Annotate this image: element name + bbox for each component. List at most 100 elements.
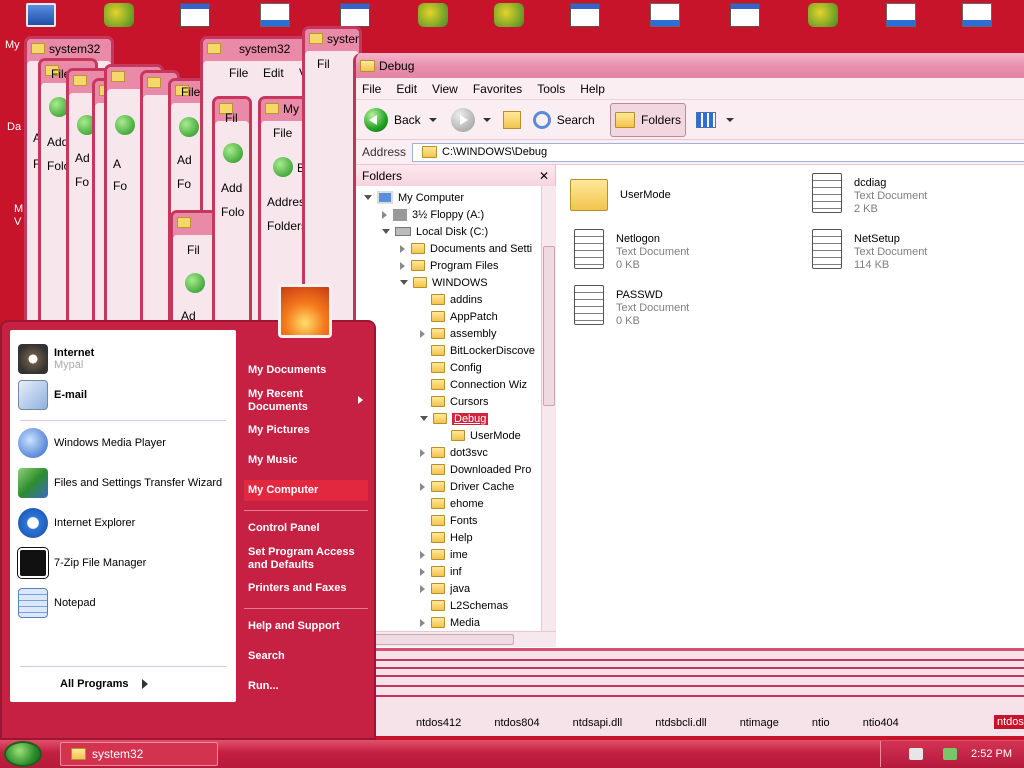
address-input[interactable]: C:\WINDOWS\Debug (412, 142, 1024, 162)
start-button[interactable] (4, 741, 42, 767)
start-item-transfer-wizard[interactable]: Files and Settings Transfer Wizard (18, 468, 222, 498)
start-link-run[interactable]: Run... (248, 680, 360, 693)
tree-item-usermode[interactable]: UserMode (440, 427, 521, 444)
clock[interactable]: 2:52 PM (971, 748, 1012, 760)
file-name[interactable]: ntio (812, 717, 830, 729)
tree-item-config[interactable]: Config (420, 359, 482, 376)
tree-item-inf[interactable]: inf (420, 563, 462, 580)
window-desktop-icon[interactable] (180, 3, 210, 27)
scroll-thumb[interactable] (374, 634, 514, 645)
file-name[interactable]: ntimage (740, 717, 779, 729)
tree-item-connection[interactable]: Connection Wiz (420, 376, 527, 393)
tree-item-documents[interactable]: Documents and Setti (400, 240, 532, 257)
start-item-7zip[interactable]: 7-Zip File Manager (18, 548, 146, 578)
scroll-thumb[interactable] (543, 246, 555, 406)
start-link-my-pictures[interactable]: My Pictures (248, 424, 360, 437)
back-arrow-icon[interactable] (273, 157, 293, 177)
start-link-help[interactable]: Help and Support (248, 620, 360, 633)
start-link-my-computer[interactable]: My Computer (244, 480, 368, 501)
start-item-wmp[interactable]: Windows Media Player (18, 428, 166, 458)
all-programs-button[interactable]: All Programs (54, 678, 149, 690)
start-item-ie[interactable]: Internet Explorer (18, 508, 135, 538)
tree-item-ime[interactable]: ime (420, 546, 468, 563)
user-avatar[interactable] (278, 284, 332, 338)
back-arrow-icon[interactable] (185, 273, 205, 293)
menu-file[interactable]: File (273, 126, 292, 140)
file-name[interactable]: ntdsbcli.dll (655, 717, 706, 729)
tree-horizontal-scrollbar[interactable] (356, 631, 556, 647)
tree-item-windows[interactable]: WINDOWS (400, 274, 488, 291)
file-item-dcdiag[interactable]: dcdiag Text Document 2 KB (812, 173, 927, 216)
start-item-email[interactable]: E-mail (18, 380, 87, 410)
menu-file[interactable]: Fil (187, 243, 200, 257)
tree-item-debug[interactable]: Debug (420, 410, 489, 427)
python-desktop-icon[interactable] (494, 3, 524, 27)
forward-dropdown-icon[interactable] (482, 117, 491, 122)
my-computer-desktop-icon[interactable] (26, 3, 56, 27)
tree-item-program-files[interactable]: Program Files (400, 257, 498, 274)
tree-item-help[interactable]: Help (420, 529, 473, 546)
file-item-passwd[interactable]: PASSWD Text Document 0 KB (574, 285, 689, 328)
tree-item-assembly[interactable]: assembly (420, 325, 496, 342)
start-link-search[interactable]: Search (248, 650, 360, 663)
background-window-stack[interactable]: ntdos412 ntdos804 ntdsapi.dll ntdsbcli.d… (376, 648, 1024, 736)
views-icon[interactable] (696, 112, 716, 128)
start-link-program-access[interactable]: Set Program Access and Defaults (248, 546, 360, 572)
background-window[interactable]: Fil Ad (170, 210, 218, 330)
file-name[interactable]: ntdsapi.dll (573, 717, 623, 729)
back-dropdown-icon[interactable] (428, 117, 437, 122)
search-icon[interactable] (532, 110, 551, 129)
menu-file[interactable]: Fil (317, 57, 330, 71)
menu-edit[interactable]: Edit (396, 82, 417, 96)
document-desktop-icon[interactable] (886, 3, 916, 27)
start-link-my-music[interactable]: My Music (248, 454, 360, 467)
tree-item-local-disk[interactable]: Local Disk (C:) (382, 223, 488, 240)
edge-file-label[interactable]: ntdos4 (994, 715, 1024, 729)
tree-item-apppatch[interactable]: AppPatch (420, 308, 498, 325)
search-button[interactable]: Search (557, 113, 595, 127)
file-name[interactable]: ntdos804 (494, 717, 539, 729)
document-desktop-icon[interactable] (962, 3, 992, 27)
taskbar-button-system32[interactable]: system32 (60, 742, 218, 766)
file-name[interactable]: ntdos412 (416, 717, 461, 729)
tree-item-ehome[interactable]: ehome (420, 495, 484, 512)
back-arrow-icon[interactable] (115, 115, 135, 135)
forward-arrow-icon[interactable] (450, 107, 475, 132)
tree-item-cursors[interactable]: Cursors (420, 393, 489, 410)
tree-item-addins[interactable]: addins (420, 291, 482, 308)
document-desktop-icon[interactable] (650, 3, 680, 27)
close-icon[interactable]: ✕ (539, 169, 549, 183)
tree-vertical-scrollbar[interactable] (541, 186, 556, 631)
views-dropdown-icon[interactable] (726, 118, 734, 122)
python-desktop-icon[interactable] (104, 3, 134, 27)
tree-item-fonts[interactable]: Fonts (420, 512, 478, 529)
start-item-internet[interactable]: Internet Mypal (18, 344, 94, 374)
python-desktop-icon[interactable] (418, 3, 448, 27)
document-desktop-icon[interactable] (260, 3, 290, 27)
menu-view[interactable]: View (432, 82, 458, 96)
file-name[interactable]: ntio404 (863, 717, 899, 729)
keyboard-icon[interactable] (909, 748, 924, 760)
menu-file[interactable]: File (181, 85, 200, 99)
tree-item-media[interactable]: Media (420, 614, 480, 631)
menu-file[interactable]: File (362, 82, 381, 96)
window-desktop-icon[interactable] (340, 3, 370, 27)
file-item-netsetup[interactable]: NetSetup Text Document 114 KB (812, 229, 927, 272)
menu-file[interactable]: File (229, 66, 248, 80)
explorer-window[interactable]: Debug File Edit View Favorites Tools Hel… (353, 53, 1024, 653)
folders-button[interactable]: Folders (610, 103, 686, 137)
tree-item-floppy[interactable]: 3½ Floppy (A:) (382, 206, 484, 223)
start-item-notepad[interactable]: Notepad (18, 588, 96, 618)
title-bar[interactable]: Debug (356, 53, 1024, 78)
back-button[interactable]: Back (394, 113, 421, 127)
tree-item-l2schemas[interactable]: L2Schemas (420, 597, 508, 614)
up-folder-icon[interactable] (502, 110, 521, 129)
tree-item-dot3svc[interactable]: dot3svc (420, 444, 488, 461)
start-link-recent-documents[interactable]: My Recent Documents (248, 388, 348, 414)
network-icon[interactable] (943, 748, 958, 760)
menu-favorites[interactable]: Favorites (473, 82, 522, 96)
window-desktop-icon[interactable] (730, 3, 760, 27)
start-link-my-documents[interactable]: My Documents (248, 364, 360, 377)
start-link-printers[interactable]: Printers and Faxes (248, 582, 360, 595)
back-arrow-icon[interactable] (364, 107, 388, 132)
